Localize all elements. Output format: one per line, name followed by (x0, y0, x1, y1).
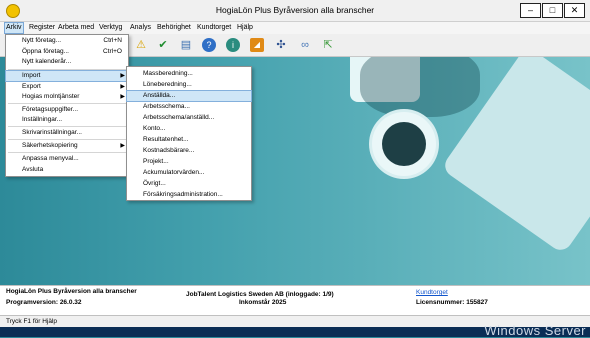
menu-item-label: Export (22, 83, 41, 90)
submenu-item-label: Arbetsschema/anställd... (143, 114, 215, 121)
menu-item-nytt-foretag[interactable]: Nytt företag... Ctrl+N (6, 36, 128, 46)
window-title: HogiaLön Plus Byråversion alla branscher (215, 5, 375, 15)
submenu-item-label: Försäkringsadministration... (143, 191, 223, 198)
submenu-item-resultatenhet[interactable]: Resultatenhet... (127, 135, 251, 145)
menu-item-label: Säkerhetskopiering (22, 142, 78, 149)
submenu-item-arbetsschema-anstalld[interactable]: Arbetsschema/anställd... (127, 113, 251, 123)
menu-item-label: Inställningar... (22, 116, 63, 123)
menu-item-shortcut: Ctrl+N (103, 37, 122, 44)
menu-item-shortcut: Ctrl+O (103, 48, 122, 55)
menu-item-label: Hogias molntjänster (22, 93, 80, 100)
tools-icon[interactable]: ✣ (274, 38, 288, 52)
submenu-item-konto[interactable]: Konto... (127, 124, 251, 134)
submenu-item-label: Massberedning... (143, 70, 193, 77)
link-icon[interactable]: ∞ (298, 38, 312, 52)
submenu-arrow-icon: ▶ (120, 73, 125, 79)
submenu-item-label: Konto... (143, 125, 166, 132)
info-icon[interactable]: i (226, 38, 240, 52)
menu-item-avsluta[interactable]: Avsluta (6, 165, 128, 175)
menu-item-anpassa-menyval[interactable]: Anpassa menyval... (6, 154, 128, 164)
menu-item-label: Anpassa menyval... (22, 155, 79, 162)
help-icon[interactable]: ? (202, 38, 216, 52)
product-name: HogiaLön Plus Byråversion alla branscher (6, 288, 137, 295)
menu-separator (8, 139, 126, 140)
menu-item-oppna-foretag[interactable]: Öppna företag... Ctrl+O (6, 47, 128, 57)
rss-icon[interactable]: ◢ (250, 38, 264, 52)
submenu-item-label: Arbetsschema... (143, 103, 190, 110)
menu-separator (8, 126, 126, 127)
menu-arkiv[interactable]: Arkiv (4, 22, 24, 34)
submenu-item-massberedning[interactable]: Massberedning... (127, 69, 251, 79)
checkmark-icon[interactable]: ✔ (156, 38, 170, 52)
import-submenu: Massberedning... Löneberedning... Anstäl… (126, 66, 252, 201)
warning-icon[interactable]: ⚠ (134, 38, 148, 52)
program-version: Programversion: 26.0.32 (6, 299, 82, 306)
menu-item-label: Nytt företag... (22, 37, 62, 44)
submenu-item-label: Anställda... (143, 92, 176, 99)
menu-separator (8, 69, 126, 70)
menu-kundtorget[interactable]: Kundtorget (197, 23, 231, 33)
kundtorget-link[interactable]: Kundtorget (416, 289, 448, 296)
menu-separator (8, 103, 126, 104)
document-icon[interactable]: ▤ (179, 38, 193, 52)
menu-item-label: Import (22, 72, 41, 79)
submenu-item-label: Övrigt... (143, 180, 166, 187)
close-button[interactable]: ✕ (564, 3, 585, 18)
submenu-item-ackumulatorvarden[interactable]: Ackumulatorvärden... (127, 168, 251, 178)
arkiv-menu: Nytt företag... Ctrl+N Öppna företag... … (5, 34, 129, 177)
submenu-item-forsakringsadministration[interactable]: Försäkringsadministration... (127, 190, 251, 200)
menu-item-import[interactable]: Import ▶ (5, 70, 129, 82)
menu-register[interactable]: Register (29, 23, 55, 33)
maximize-button[interactable]: □ (542, 3, 563, 18)
company-name: JobTalent Logistics Sweden AB (inloggade… (186, 291, 334, 298)
windows-server-watermark: Windows Server (484, 323, 586, 338)
coffee-image (382, 122, 426, 166)
menu-item-nytt-kalenderar[interactable]: Nytt kalenderår... (6, 57, 128, 67)
desktop-strip: Windows Server (0, 323, 590, 338)
menu-item-sakerhetskopiering[interactable]: Säkerhetskopiering ▶ (6, 141, 128, 151)
menu-item-label: Företagsuppgifter... (22, 106, 79, 113)
submenu-item-arbetsschema[interactable]: Arbetsschema... (127, 102, 251, 112)
submenu-arrow-icon: ▶ (120, 94, 125, 100)
submenu-item-ovrigt[interactable]: Övrigt... (127, 179, 251, 189)
submenu-item-kostnadsbarare[interactable]: Kostnadsbärare... (127, 146, 251, 156)
menu-analys[interactable]: Analys (130, 23, 151, 33)
submenu-item-loneberedning[interactable]: Löneberedning... (127, 80, 251, 90)
menu-item-skrivarinstallningar[interactable]: Skrivarinställningar... (6, 128, 128, 138)
submenu-arrow-icon: ▶ (120, 143, 125, 149)
submenu-item-projekt[interactable]: Projekt... (127, 157, 251, 167)
export-icon[interactable]: ⇱ (321, 38, 335, 52)
menu-behorighet[interactable]: Behörighet (157, 23, 191, 33)
menu-item-foretagsuppgifter[interactable]: Företagsuppgifter... (6, 105, 128, 115)
title-bar: HogiaLön Plus Byråversion alla branscher… (0, 0, 590, 22)
status-text: Tryck F1 för Hjälp (6, 318, 58, 325)
menu-item-label: Skrivarinställningar... (22, 129, 82, 136)
menu-item-label: Öppna företag... (22, 48, 69, 55)
info-panel: HogiaLön Plus Byråversion alla branscher… (0, 285, 590, 316)
plant-image (360, 57, 480, 117)
submenu-item-anstallda[interactable]: Anställda... (126, 90, 252, 102)
menu-verktyg[interactable]: Verktyg (99, 23, 122, 33)
menu-item-installningar[interactable]: Inställningar... (6, 115, 128, 125)
submenu-item-label: Löneberedning... (143, 81, 192, 88)
license-number: Licensnummer: 155827 (416, 299, 488, 306)
menu-hjalp[interactable]: Hjälp (237, 23, 253, 33)
submenu-item-label: Resultatenhet... (143, 136, 189, 143)
menu-arbeta-med[interactable]: Arbeta med (58, 23, 94, 33)
submenu-item-label: Kostnadsbärare... (143, 147, 195, 154)
menu-item-molntjanster[interactable]: Hogias molntjänster ▶ (6, 92, 128, 102)
minimize-button[interactable]: – (520, 3, 541, 18)
menu-item-export[interactable]: Export ▶ (6, 82, 128, 92)
submenu-item-label: Ackumulatorvärden... (143, 169, 205, 176)
submenu-arrow-icon: ▶ (120, 84, 125, 90)
menu-item-label: Nytt kalenderår... (22, 58, 72, 65)
income-year: Inkomstår 2025 (239, 299, 287, 306)
submenu-item-label: Projekt... (143, 158, 169, 165)
menu-separator (8, 152, 126, 153)
menu-item-label: Avsluta (22, 166, 44, 173)
